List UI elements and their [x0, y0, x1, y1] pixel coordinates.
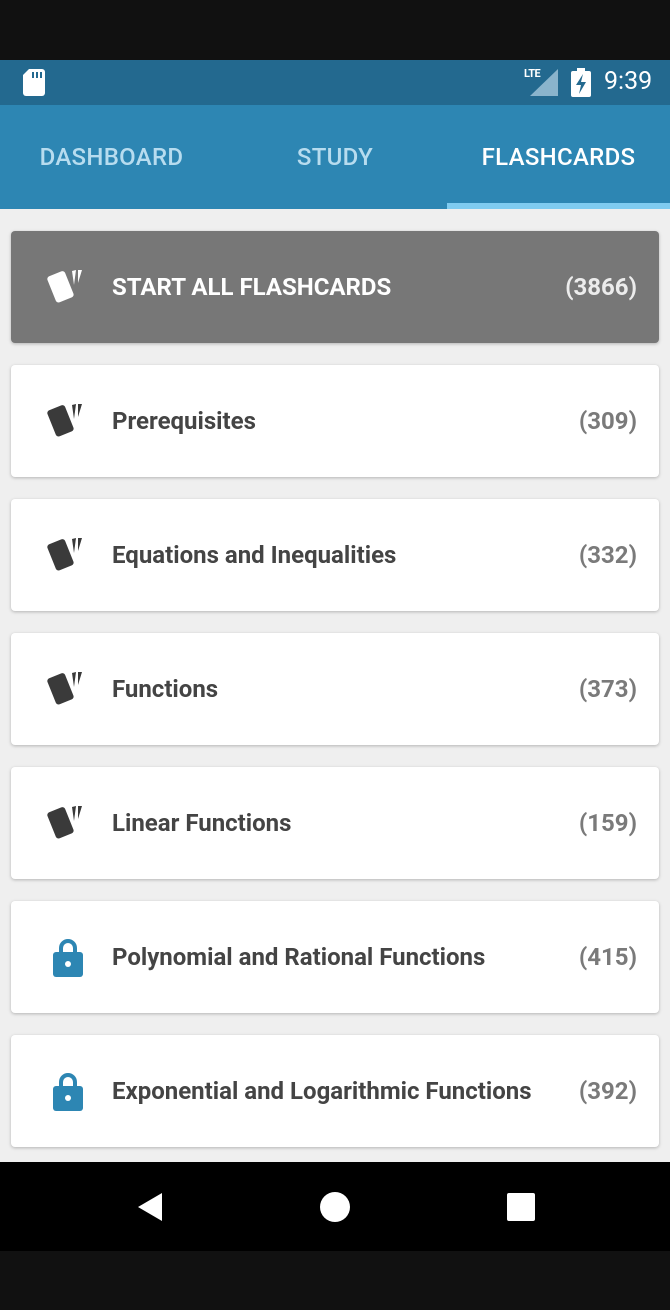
- back-button[interactable]: [109, 1162, 189, 1251]
- deck-title: Exponential and Logarithmic Functions: [112, 1077, 532, 1105]
- deck-card-equations-and-inequalities[interactable]: Equations and Inequalities (332): [11, 499, 659, 611]
- deck-count: (373): [578, 675, 637, 703]
- signal-icon: [530, 69, 558, 96]
- deck-count: (332): [578, 541, 637, 569]
- recents-button[interactable]: [481, 1162, 561, 1251]
- start-all-count: (3866): [565, 273, 637, 301]
- deck-card-polynomial-and-rational-functions[interactable]: Polynomial and Rational Functions (415): [11, 901, 659, 1013]
- flashcards-icon: [47, 806, 82, 839]
- status-bar: [0, 60, 670, 105]
- deck-title: Polynomial and Rational Functions: [112, 943, 486, 971]
- deck-count: (309): [578, 407, 637, 435]
- sd-card-icon: [23, 69, 45, 96]
- tab-bar: DASHBOARD STUDY FLASHCARDS: [0, 105, 670, 209]
- status-clock: 9:39: [604, 67, 653, 96]
- top-black-band: [0, 0, 670, 60]
- flashcards-icon: [47, 404, 82, 437]
- start-all-flashcards-button[interactable]: START ALL FLASHCARDS (3866): [11, 231, 659, 343]
- back-icon: [138, 1192, 162, 1221]
- deck-title: Prerequisites: [112, 407, 256, 435]
- deck-title: Functions: [112, 675, 219, 703]
- battery-charging-icon: [571, 68, 591, 97]
- home-icon: [320, 1191, 350, 1222]
- deck-count: (159): [578, 809, 637, 837]
- lock-icon: [53, 1073, 83, 1111]
- deck-title: Linear Functions: [112, 809, 292, 837]
- deck-count: (392): [578, 1077, 637, 1105]
- deck-card-prerequisites[interactable]: Prerequisites (309): [11, 365, 659, 477]
- navigation-bar: [0, 1162, 670, 1251]
- flashcards-icon: [47, 270, 82, 303]
- tab-study[interactable]: STUDY: [223, 105, 447, 209]
- deck-count: (415): [578, 943, 637, 971]
- deck-card-functions[interactable]: Functions (373): [11, 633, 659, 745]
- flashcard-deck-list: START ALL FLASHCARDS (3866) Prerequisite…: [0, 209, 670, 1162]
- tab-flashcards[interactable]: FLASHCARDS: [447, 105, 670, 209]
- flashcards-icon: [47, 672, 82, 705]
- tab-dashboard[interactable]: DASHBOARD: [0, 105, 223, 209]
- bottom-black-band: [0, 1251, 670, 1310]
- lock-icon: [53, 939, 83, 977]
- start-all-label: START ALL FLASHCARDS: [112, 273, 392, 301]
- deck-title: Equations and Inequalities: [112, 541, 397, 569]
- deck-card-linear-functions[interactable]: Linear Functions (159): [11, 767, 659, 879]
- recents-icon: [507, 1192, 535, 1221]
- home-button[interactable]: [295, 1162, 375, 1251]
- flashcards-icon: [47, 538, 82, 571]
- deck-card-exponential-and-logarithmic-functions[interactable]: Exponential and Logarithmic Functions (3…: [11, 1035, 659, 1147]
